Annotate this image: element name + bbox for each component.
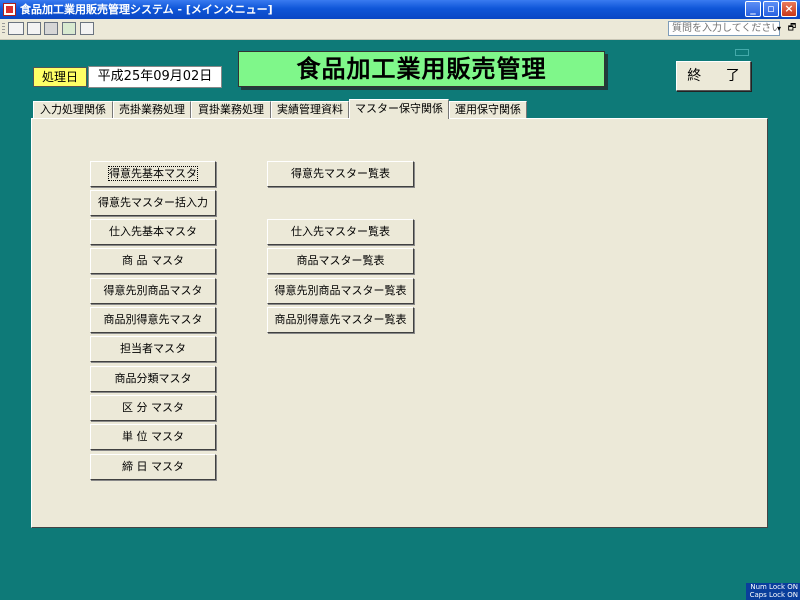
unit-master-button[interactable]: 単 位 マスタ	[90, 424, 216, 450]
customer-master-bulk-input-button[interactable]: 得意先マスター括入力	[90, 190, 216, 216]
caps-lock-status: Caps Lock ON	[749, 591, 798, 599]
product-master-list-button[interactable]: 商品マスター覧表	[267, 248, 414, 274]
tab-performance-reports[interactable]: 実績管理資料	[271, 101, 349, 118]
toolbar-grip-icon[interactable]	[2, 23, 5, 35]
customer-master-button[interactable]: 得意先基本マスタ	[90, 161, 216, 187]
division-master-button[interactable]: 区 分 マスタ	[90, 395, 216, 421]
app-title: 食品加工業用販売管理	[238, 51, 605, 87]
print-icon[interactable]	[44, 22, 58, 35]
product-customer-master-list-button[interactable]: 商品別得意先マスター覧表	[267, 307, 414, 333]
customer-product-master-list-button[interactable]: 得意先別商品マスター覧表	[267, 278, 414, 304]
tab-input-processing[interactable]: 入力処理関係	[33, 101, 113, 118]
product-customer-master-button[interactable]: 商品別得意先マスタ	[90, 307, 216, 333]
help-dropdown-icon[interactable]: ▾	[774, 21, 784, 36]
customer-product-master-button[interactable]: 得意先別商品マスタ	[90, 278, 216, 304]
window-title: 食品加工業用販売管理システム - [メインメニュー]	[20, 3, 273, 16]
product-master-button[interactable]: 商 品 マスタ	[90, 248, 216, 274]
tab-master-maintenance[interactable]: マスター保守関係	[349, 99, 449, 119]
customer-master-list-button[interactable]: 得意先マスター覧表	[267, 161, 414, 187]
master-maintenance-panel: 得意先基本マスタ 得意先マスター括入力 仕入先基本マスタ 商 品 マスタ 得意先…	[31, 118, 768, 528]
status-indicators: Num Lock ON Caps Lock ON	[746, 583, 800, 600]
database-window-icon[interactable]	[62, 22, 76, 35]
closing-date-master-button[interactable]: 締 日 マスタ	[90, 454, 216, 480]
help-question-input[interactable]	[668, 21, 780, 36]
tab-operations-maintenance[interactable]: 運用保守関係	[449, 101, 527, 118]
maximize-button[interactable]: ▫	[763, 1, 779, 17]
minimize-button[interactable]: _	[745, 1, 761, 17]
product-category-master-button[interactable]: 商品分類マスタ	[90, 366, 216, 392]
restore-window-icon[interactable]: 🗗	[786, 22, 798, 34]
form-view-icon[interactable]	[8, 22, 24, 35]
supplier-master-list-button[interactable]: 仕入先マスター覧表	[267, 219, 414, 245]
blank-control	[735, 49, 749, 56]
supplier-master-button[interactable]: 仕入先基本マスタ	[90, 219, 216, 245]
staff-master-button[interactable]: 担当者マスタ	[90, 336, 216, 362]
processing-date-label: 処理日	[33, 67, 87, 87]
app-icon[interactable]	[3, 3, 16, 16]
num-lock-status: Num Lock ON	[750, 583, 798, 591]
exit-button[interactable]: 終 了	[676, 61, 751, 91]
layout-view-icon[interactable]	[27, 22, 41, 35]
close-button[interactable]: ×	[781, 1, 797, 17]
customer-master-label: 得意先基本マスタ	[108, 166, 198, 181]
processing-date-value: 平成25年09月02日	[88, 66, 222, 88]
window-title-bar[interactable]: 食品加工業用販売管理システム - [メインメニュー] _ ▫ ×	[0, 0, 800, 19]
new-object-icon[interactable]	[80, 22, 94, 35]
tab-accounts-payable[interactable]: 買掛業務処理	[191, 101, 271, 118]
toolbar: ▾ 🗗	[0, 19, 800, 40]
tab-accounts-receivable[interactable]: 売掛業務処理	[113, 101, 191, 118]
